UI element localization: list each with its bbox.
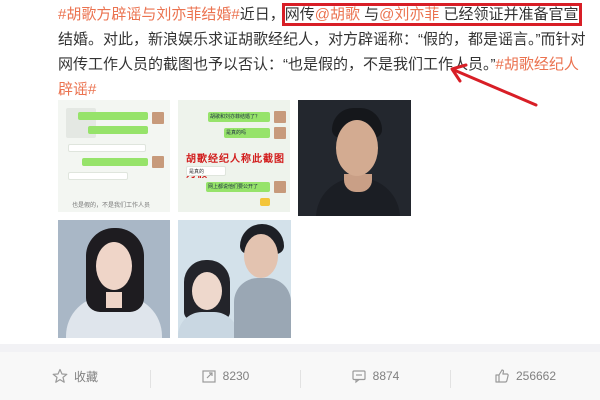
chat-bubble: 网上都说他们要公开了: [206, 182, 270, 192]
repost-button[interactable]: 8230: [150, 368, 300, 388]
image-grid: 也是假的，不是我们工作人员 胡歌和刘亦菲结婚了？ 是真的吗 胡歌经纪人称此截图为…: [58, 100, 418, 340]
figure-face: [244, 234, 278, 278]
star-icon: [52, 368, 68, 383]
figure-neck: [106, 292, 122, 308]
chat-bubble: 是真的吗: [224, 128, 270, 138]
repost-icon: [202, 370, 216, 383]
image-thumbnail-chat-with-stamp[interactable]: 胡歌和刘亦菲结婚了？ 是真的吗 胡歌经纪人称此截图为假 是真的 网上都说他们要公…: [178, 100, 290, 212]
like-count: 256662: [515, 369, 557, 383]
post-text-fragment: 网传: [284, 6, 315, 23]
collect-button[interactable]: 收藏: [0, 368, 150, 385]
post-text-fragment: 已经领证并准备官宣: [439, 6, 579, 23]
post-text-fragment: 与: [359, 6, 380, 23]
figure-body: [178, 312, 238, 338]
chat-caption: 也是假的，不是我们工作人员: [72, 203, 151, 209]
avatar: [152, 112, 164, 124]
figure-face: [336, 120, 378, 176]
chat-bubble: 胡歌和刘亦菲结婚了？: [208, 112, 270, 122]
like-button[interactable]: 256662: [450, 368, 600, 388]
comment-icon: [352, 370, 366, 384]
thumbs-up-icon: [495, 369, 509, 383]
image-thumbnail-chat-screenshot[interactable]: 也是假的，不是我们工作人员: [58, 100, 170, 212]
action-toolbar: 收藏 8230 8874 256662: [0, 352, 600, 400]
image-thumbnail-portrait-woman[interactable]: [58, 220, 170, 338]
chat-bubble: [88, 126, 148, 134]
repost-count: 8230: [222, 369, 250, 383]
annotation-arrow: [450, 63, 538, 107]
avatar: [274, 127, 286, 139]
figure-body: [234, 278, 291, 338]
chat-bubble: [68, 144, 146, 152]
divider: [0, 344, 600, 352]
avatar: [274, 181, 286, 193]
emoji-sticker: [260, 198, 270, 206]
comment-count: 8874: [372, 369, 400, 383]
hashtag-link[interactable]: #胡歌方辟谣与刘亦菲结婚#: [58, 6, 240, 23]
post-text-fragment: 近日，: [239, 6, 285, 23]
chat-bubble: [78, 112, 148, 120]
avatar: [274, 111, 286, 123]
figure-face: [192, 272, 222, 310]
collect-label: 收藏: [73, 369, 98, 384]
chat-bubble: [68, 172, 128, 180]
mention-link[interactable]: @胡歌: [315, 6, 360, 23]
comment-button[interactable]: 8874: [300, 368, 450, 388]
chat-bubble: [82, 158, 148, 166]
avatar: [152, 156, 164, 168]
image-thumbnail-drama-still[interactable]: [178, 220, 291, 338]
mention-link[interactable]: @刘亦菲: [379, 6, 439, 23]
chat-bubble: 是真的: [186, 166, 226, 176]
image-thumbnail-portrait-man[interactable]: [298, 100, 411, 216]
figure-face: [96, 242, 132, 290]
highlight-box: 网传@胡歌 与@刘亦菲 已经领证并准备官宣: [281, 3, 582, 26]
